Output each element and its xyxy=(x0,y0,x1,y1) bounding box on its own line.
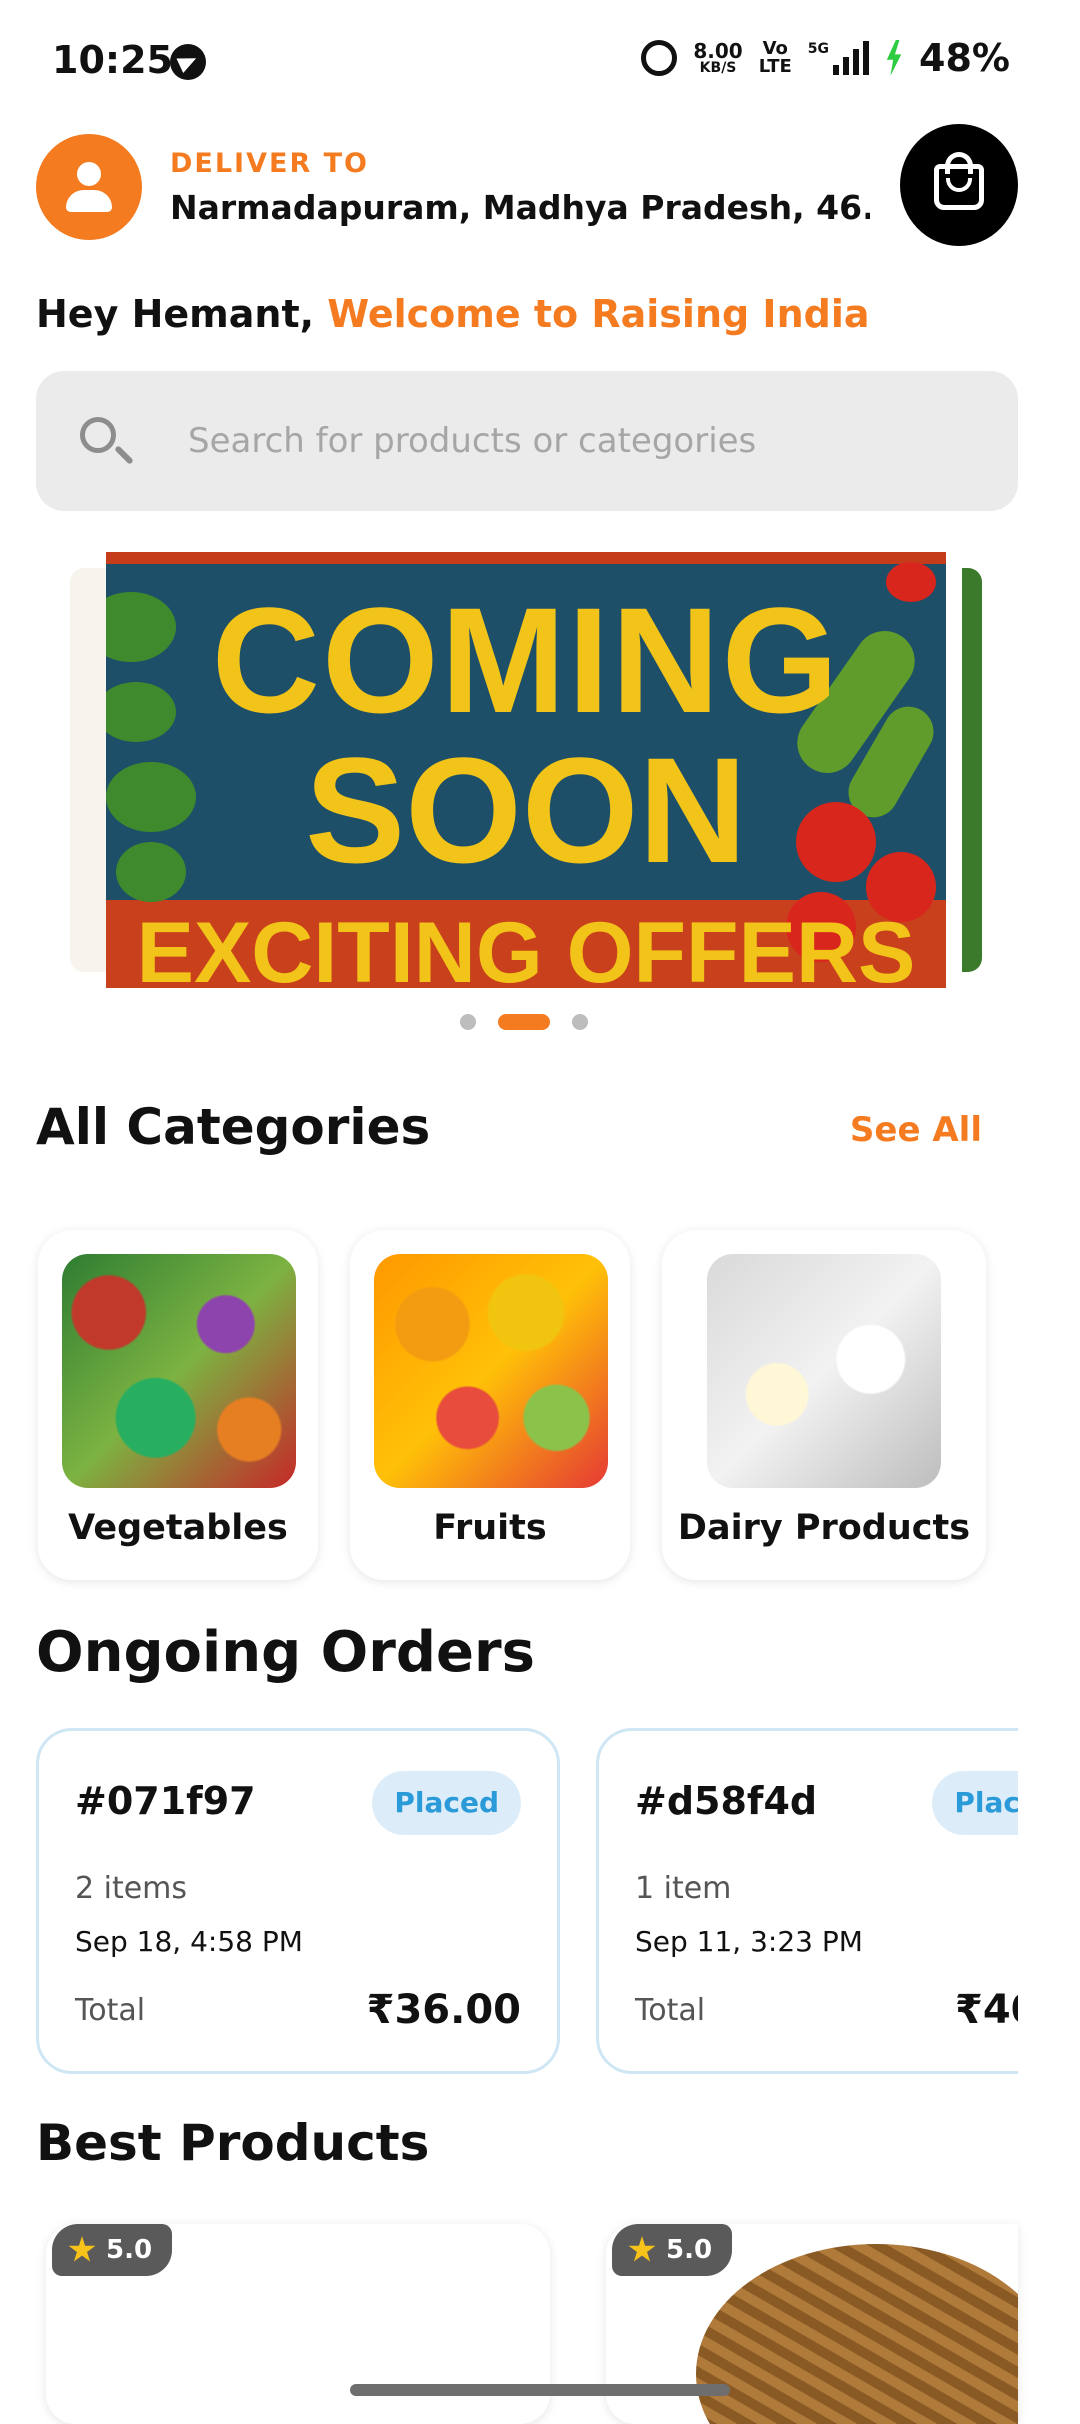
rating-badge: 5.0 xyxy=(612,2224,733,2276)
banner-peek-next[interactable] xyxy=(962,568,982,972)
banner-peek-previous[interactable] xyxy=(70,568,110,972)
order-id: #071f97 xyxy=(75,1779,256,1823)
delivery-address[interactable]: Narmadapuram, Madhya Pradesh, 46... xyxy=(170,188,870,227)
order-date: Sep 18, 4:58 PM xyxy=(75,1925,303,1958)
greeting: Hey Hemant, Welcome to Raising India xyxy=(36,292,870,336)
network-type: 5G xyxy=(807,41,830,57)
order-total: ₹36.00 xyxy=(366,1987,521,2033)
status-bar: 10:25 8.00 KB/S Vo LTE 5G 48% xyxy=(0,0,1080,125)
order-card[interactable]: #d58f4d Placed 1 item Sep 11, 3:23 PM To… xyxy=(596,1728,1018,2074)
greeting-welcome: Welcome to Raising India xyxy=(327,292,870,336)
see-all-link[interactable]: See All xyxy=(850,1110,982,1150)
greeting-name: Hey Hemant, xyxy=(36,292,328,336)
order-item-count: 2 items xyxy=(75,1871,188,1906)
fruits-image xyxy=(374,1254,608,1488)
category-card-dairy[interactable]: Dairy Products xyxy=(662,1230,986,1580)
order-total-label: Total xyxy=(635,1993,706,2028)
star-icon xyxy=(628,2236,656,2262)
search-icon xyxy=(80,417,116,453)
network-speed: 8.00 KB/S xyxy=(693,41,742,75)
order-id: #d58f4d xyxy=(635,1779,818,1823)
vegetables-image xyxy=(62,1254,296,1488)
star-icon xyxy=(68,2236,96,2262)
charging-icon xyxy=(886,40,902,76)
banner-line-2: SOON xyxy=(305,726,747,894)
rating-badge: 5.0 xyxy=(52,2224,173,2276)
signal-icon: 5G xyxy=(807,41,870,75)
banner-line-3: EXCITING OFFERS xyxy=(136,905,916,988)
status-badge: Placed xyxy=(372,1771,521,1835)
promo-banner[interactable]: COMING SOON EXCITING OFFERS xyxy=(106,552,946,988)
category-label: Dairy Products xyxy=(677,1508,971,1548)
best-products-title: Best Products xyxy=(36,2114,430,2172)
order-total: ₹40 xyxy=(955,1987,1018,2033)
alarm-icon xyxy=(641,40,678,76)
battery-percent: 48% xyxy=(919,36,1010,80)
carousel-dot[interactable] xyxy=(460,1014,476,1030)
volte-icon: Vo LTE xyxy=(758,38,792,77)
status-badge: Placed xyxy=(932,1771,1018,1835)
category-label: Fruits xyxy=(433,1508,547,1548)
search-placeholder: Search for products or categories xyxy=(188,421,757,461)
search-bar[interactable]: Search for products or categories xyxy=(36,371,1018,511)
status-time: 10:25 xyxy=(52,38,173,82)
cart-button[interactable] xyxy=(900,124,1018,246)
dairy-image xyxy=(707,1254,941,1488)
order-item-count: 1 item xyxy=(635,1871,732,1906)
home-indicator[interactable] xyxy=(350,2384,730,2396)
net-speed-unit: KB/S xyxy=(699,60,737,76)
orders-title: Ongoing Orders xyxy=(36,1620,535,1685)
order-total-label: Total xyxy=(75,1993,146,2028)
categories-title: All Categories xyxy=(36,1098,431,1156)
profile-avatar[interactable] xyxy=(36,134,142,240)
status-icons: 8.00 KB/S Vo LTE 5G 48% xyxy=(641,36,1010,80)
product-image xyxy=(696,2244,1018,2424)
carousel-indicator xyxy=(460,1014,588,1030)
rating-value: 5.0 xyxy=(666,2235,713,2265)
order-date: Sep 11, 3:23 PM xyxy=(635,1925,863,1958)
order-card[interactable]: #071f97 Placed 2 items Sep 18, 4:58 PM T… xyxy=(36,1728,560,2074)
rating-value: 5.0 xyxy=(106,2235,153,2265)
banner-line-1: COMING xyxy=(211,576,841,744)
deliver-to-label: DELIVER TO xyxy=(170,148,370,179)
user-icon xyxy=(77,162,101,186)
carousel-dot[interactable] xyxy=(572,1014,588,1030)
category-card-vegetables[interactable]: Vegetables xyxy=(38,1230,318,1580)
order-card-clip: #d58f4d Placed 1 item Sep 11, 3:23 PM To… xyxy=(596,1728,1018,2074)
category-label: Vegetables xyxy=(68,1508,288,1548)
telegram-icon xyxy=(170,44,206,80)
carousel-dot-active[interactable] xyxy=(498,1014,550,1030)
category-card-fruits[interactable]: Fruits xyxy=(350,1230,630,1580)
